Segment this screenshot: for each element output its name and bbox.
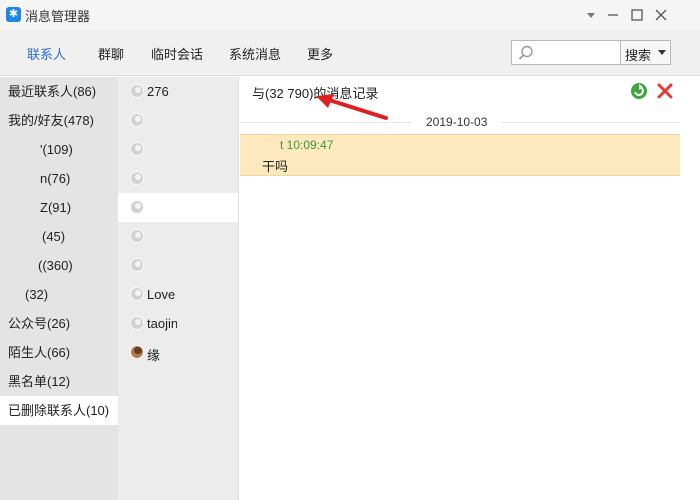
contact-name: 276 <box>147 84 169 99</box>
delete-icon[interactable] <box>656 82 674 100</box>
avatar <box>130 287 144 301</box>
list-item[interactable]: 缘 <box>118 338 238 367</box>
search-icon <box>518 45 533 60</box>
category-blacklist[interactable]: 黑名单(12) <box>8 367 70 396</box>
avatar <box>130 316 144 330</box>
annotation-arrow-icon <box>316 94 388 120</box>
list-item[interactable]: taojin <box>118 309 238 338</box>
message-date: 2019-10-03 <box>412 115 502 129</box>
title-bar: ✱ 消息管理器 <box>0 0 700 30</box>
avatar <box>130 142 144 156</box>
contact-name: taojin <box>147 316 177 331</box>
category-group[interactable]: (32) <box>25 280 48 309</box>
category-group[interactable]: n(76) <box>40 164 70 193</box>
avatar <box>130 171 144 185</box>
category-group[interactable]: ((360) <box>38 251 73 280</box>
contact-name: 缘 <box>147 348 161 363</box>
avatar <box>130 258 144 272</box>
maximize-icon[interactable] <box>628 6 646 24</box>
list-item[interactable] <box>118 222 238 251</box>
avatar <box>130 200 144 214</box>
message-sender-time: t 10:09:47 <box>280 138 334 152</box>
category-deleted-contacts[interactable]: 已删除联系人(10) <box>0 396 118 425</box>
category-panel: 最近联系人(86) 我的/好友(478) '(109) n(76) Z(91) … <box>0 77 118 500</box>
tab-temp-sessions[interactable]: 临时会话 <box>151 44 203 63</box>
window-title: 消息管理器 <box>25 9 91 24</box>
minimize-icon[interactable] <box>604 6 622 24</box>
avatar <box>130 229 144 243</box>
category-group[interactable]: (45) <box>42 222 65 251</box>
tab-more[interactable]: 更多 <box>307 44 333 63</box>
app-star-icon: ✱ <box>6 7 21 22</box>
category-recent-contacts[interactable]: 最近联系人(86) <box>8 77 96 106</box>
category-official-accounts[interactable]: 公众号(26) <box>8 309 70 338</box>
chevron-down-icon[interactable] <box>658 50 666 55</box>
list-item[interactable] <box>118 135 238 164</box>
avatar <box>130 345 144 359</box>
dropdown-icon[interactable] <box>582 6 600 24</box>
nav-bar: 联系人 群聊 临时会话 系统消息 更多 搜索 <box>0 30 700 76</box>
message-area: 与(32 790)的消息记录 2019-10-03 t 10:09:47 干吗 <box>240 77 700 500</box>
search-input[interactable] <box>538 43 618 62</box>
avatar <box>130 113 144 127</box>
message-item[interactable]: t 10:09:47 干吗 <box>240 134 680 176</box>
close-icon[interactable] <box>652 6 670 24</box>
tab-contacts[interactable]: 联系人 <box>27 44 66 63</box>
category-strangers[interactable]: 陌生人(66) <box>8 338 70 367</box>
list-item[interactable] <box>118 164 238 193</box>
list-item[interactable] <box>118 251 238 280</box>
category-group[interactable]: Z(91) <box>40 193 71 222</box>
refresh-icon[interactable] <box>630 82 648 100</box>
tab-system-messages[interactable]: 系统消息 <box>229 44 281 63</box>
contact-name: Love <box>147 287 176 302</box>
search-button-label: 搜索 <box>625 48 652 63</box>
list-item[interactable] <box>118 106 238 135</box>
list-item-selected[interactable] <box>118 193 238 222</box>
contact-list: 276 Love taojin 缘 <box>118 77 239 500</box>
search-button[interactable]: 搜索 <box>620 40 671 65</box>
list-item[interactable]: Love <box>118 280 238 309</box>
message-text: 干吗 <box>262 159 289 174</box>
scrollbar[interactable] <box>680 77 700 500</box>
category-group[interactable]: '(109) <box>40 135 73 164</box>
category-my-friends[interactable]: 我的/好友(478) <box>8 106 94 135</box>
search-box <box>511 40 621 65</box>
tab-groups[interactable]: 群聊 <box>98 44 124 63</box>
avatar <box>130 84 144 98</box>
list-item[interactable]: 276 <box>118 77 238 106</box>
